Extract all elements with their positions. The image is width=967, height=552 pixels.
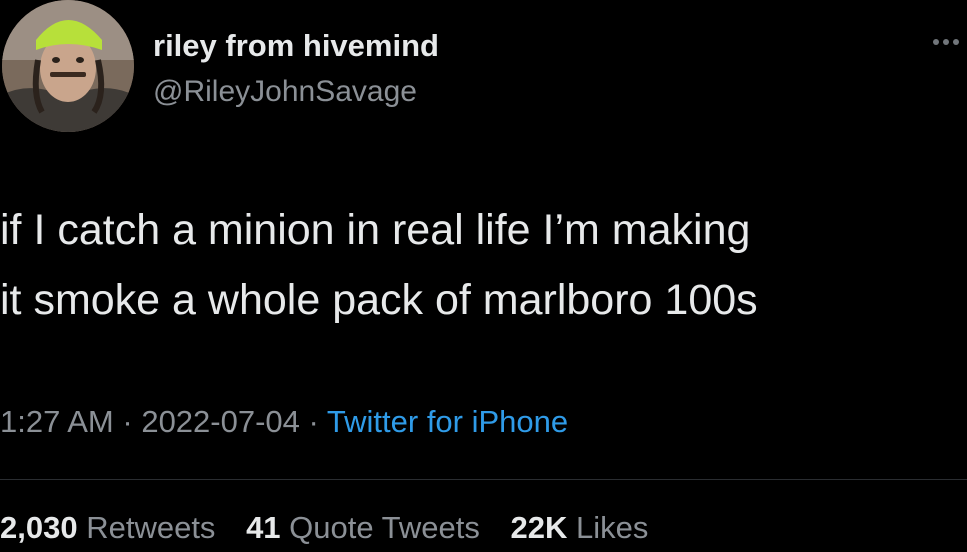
retweets-label: Retweets <box>86 510 216 545</box>
retweets-count: 2,030 <box>0 510 78 545</box>
more-options-button[interactable] <box>924 30 964 54</box>
tweet-time[interactable]: 1:27 AM <box>0 404 114 439</box>
avatar[interactable] <box>2 0 134 132</box>
tweet-meta: 1:27 AM · 2022-07-04 · Twitter for iPhon… <box>0 404 568 440</box>
tweet-source-link[interactable]: Twitter for iPhone <box>327 404 568 439</box>
meta-separator: · <box>122 404 133 439</box>
retweets-stat[interactable]: 2,030 Retweets <box>0 510 215 546</box>
tweet-date[interactable]: 2022-07-04 <box>141 404 300 439</box>
tweet-stats: 2,030 Retweets 41 Quote Tweets 22K Likes <box>0 510 670 546</box>
avatar-image <box>2 0 134 132</box>
quote-tweets-count: 41 <box>246 510 281 545</box>
tweet-text-line: if I catch a minion in real life I’m mak… <box>0 206 751 254</box>
author-handle[interactable]: @RileyJohnSavage <box>153 75 417 109</box>
meta-separator: · <box>308 404 319 439</box>
quote-tweets-label: Quote Tweets <box>289 510 480 545</box>
more-horizontal-icon <box>933 39 959 45</box>
quote-tweets-stat[interactable]: 41 Quote Tweets <box>246 510 480 546</box>
divider <box>0 479 967 480</box>
likes-stat[interactable]: 22K Likes <box>511 510 649 546</box>
author-name[interactable]: riley from hivemind <box>153 28 439 64</box>
tweet-text-line: it smoke a whole pack of marlboro 100s <box>0 276 758 324</box>
tweet-text: if I catch a minion in real life I’m mak… <box>0 195 967 335</box>
tweet-card: riley from hivemind @RileyJohnSavage if … <box>0 0 967 552</box>
likes-label: Likes <box>576 510 649 545</box>
likes-count: 22K <box>510 510 568 545</box>
